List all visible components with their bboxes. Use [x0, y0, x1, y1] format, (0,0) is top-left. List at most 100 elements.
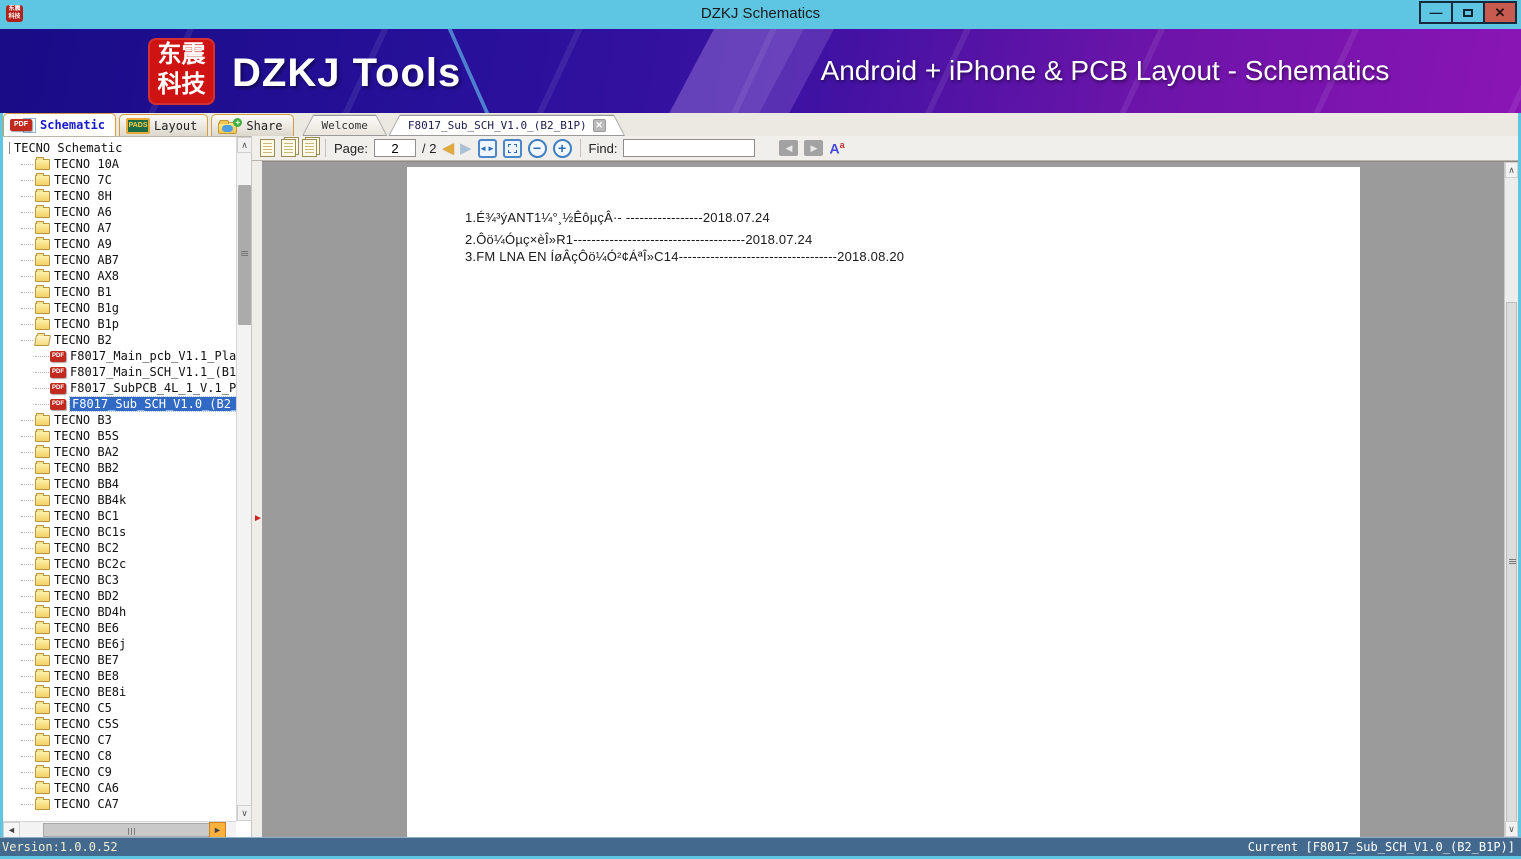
tree-item-folder[interactable]: TECNO 7C — [3, 172, 236, 188]
tree-item-label: TECNO A7 — [54, 221, 112, 235]
zoom-in-button[interactable]: + — [552, 138, 572, 158]
tree-item-folder[interactable]: TECNO BE6 — [3, 620, 236, 636]
single-page-view-icon[interactable] — [260, 139, 275, 157]
tree-item-label: TECNO 8H — [54, 189, 112, 203]
tree-item-folder[interactable]: TECNO C9 — [3, 764, 236, 780]
tree-item-folder[interactable]: TECNO B2 — [3, 332, 236, 348]
tree-item-folder[interactable]: TECNO BE7 — [3, 652, 236, 668]
tab-schematic-label: Schematic — [40, 118, 106, 132]
tree-item-folder[interactable]: TECNO C7 — [3, 732, 236, 748]
facing-pages-view-icon[interactable] — [302, 139, 317, 157]
tree-guide — [21, 483, 33, 485]
tree-item-folder[interactable]: TECNO BC3 — [3, 572, 236, 588]
brand-title: DZKJ Tools — [232, 51, 462, 95]
sidebar-horizontal-scrollbar[interactable]: ◄ ► — [3, 821, 236, 838]
tree-item-folder[interactable]: TECNO BD4h — [3, 604, 236, 620]
scroll-right-icon[interactable]: ► — [209, 822, 226, 838]
tree-item-folder[interactable]: TECNO BC2c — [3, 556, 236, 572]
sidebar-vertical-scrollbar[interactable]: ∧ ∨ — [236, 137, 252, 821]
viewer-scroll-thumb[interactable] — [1506, 302, 1517, 822]
tree-guide — [21, 803, 33, 805]
maximize-button[interactable] — [1451, 1, 1485, 24]
tree-item-folder[interactable]: TECNO BB2 — [3, 460, 236, 476]
prev-page-button[interactable]: ◀ — [442, 141, 454, 156]
continuous-view-icon[interactable] — [281, 139, 296, 157]
tab-layout[interactable]: PADS Layout — [119, 114, 209, 136]
sidebar-scroll-thumb[interactable] — [238, 185, 251, 325]
tree-item-folder[interactable]: TECNO B1p — [3, 316, 236, 332]
tree-guide — [21, 451, 33, 453]
match-case-button[interactable]: Aa — [829, 140, 844, 157]
page-input[interactable] — [373, 139, 416, 157]
tree-guide — [21, 771, 33, 773]
tree-item-folder[interactable]: TECNO BE8i — [3, 684, 236, 700]
tree-item-folder[interactable]: TECNO BB4k — [3, 492, 236, 508]
tree-item-label: TECNO AX8 — [54, 269, 120, 283]
zoom-out-button[interactable]: − — [527, 138, 547, 158]
header-subtitle: Android + iPhone & PCB Layout - Schemati… — [820, 55, 1390, 86]
tree-item-label: TECNO B1g — [54, 301, 120, 315]
version-label: Version:1.0.0.52 — [2, 840, 118, 854]
folder-icon — [35, 540, 50, 554]
find-input[interactable] — [623, 139, 756, 157]
viewer-scroll-up-icon[interactable]: ∧ — [1505, 162, 1518, 178]
tree-item-pdf[interactable]: PDFF8017_Sub_SCH_V1.0_(B2_B1P) — [3, 396, 236, 412]
tab-share[interactable]: + Share — [211, 114, 294, 136]
tree-item-folder[interactable]: TECNO AX8 — [3, 268, 236, 284]
viewer-scroll-grip — [1509, 559, 1516, 560]
tree-guide — [21, 739, 33, 741]
tree-item-folder[interactable]: TECNO C5 — [3, 700, 236, 716]
tab-schematic[interactable]: PDF Schematic — [3, 113, 117, 136]
scroll-left-icon[interactable]: ◄ — [3, 822, 20, 838]
tree-item-folder[interactable]: TECNO B3 — [3, 412, 236, 428]
minimize-button[interactable]: — — [1419, 1, 1453, 24]
find-next-button[interactable]: ▶ — [804, 140, 824, 156]
tree-item-folder[interactable]: TECNO A6 — [3, 204, 236, 220]
tree-item-folder[interactable]: TECNO C5S — [3, 716, 236, 732]
tree-root[interactable]: TECNO Schematic — [3, 140, 236, 156]
tree-item-folder[interactable]: TECNO AB7 — [3, 252, 236, 268]
close-button[interactable]: ✕ — [1483, 1, 1517, 24]
next-page-button[interactable]: ▶ — [460, 141, 472, 156]
tree-item-folder[interactable]: TECNO BC2 — [3, 540, 236, 556]
tree-item-folder[interactable]: TECNO 10A — [3, 156, 236, 172]
tree-item-folder[interactable]: TECNO CA6 — [3, 780, 236, 796]
pdf-tab-icon: PDF — [10, 117, 36, 134]
close-tab-icon[interactable]: ✕ — [593, 119, 606, 132]
tree-item-folder[interactable]: TECNO BA2 — [3, 444, 236, 460]
tree-item-folder[interactable]: TECNO A7 — [3, 220, 236, 236]
fit-page-button[interactable] — [502, 138, 522, 158]
tree-item-folder[interactable]: TECNO BC1s — [3, 524, 236, 540]
tree-item-folder[interactable]: TECNO BC1 — [3, 508, 236, 524]
tree-item-folder[interactable]: TECNO CA7 — [3, 796, 236, 812]
tree-item-folder[interactable]: TECNO B1 — [3, 284, 236, 300]
scroll-down-icon[interactable]: ∨ — [237, 805, 252, 821]
folder-icon — [35, 524, 50, 538]
tree-item-label: TECNO 10A — [54, 157, 120, 171]
sidebar-hscroll-thumb[interactable] — [43, 823, 218, 837]
tree-item-folder[interactable]: TECNO 8H — [3, 188, 236, 204]
tree-item-pdf[interactable]: PDF F8017_Main_SCH_V1.1_(B1P_C1) — [3, 364, 236, 380]
tree-item-label: TECNO B3 — [54, 413, 112, 427]
tree-item-label: TECNO C9 — [54, 765, 112, 779]
find-previous-button[interactable]: ◀ — [779, 140, 799, 156]
tree-item-folder[interactable]: TECNO B5S — [3, 428, 236, 444]
doc-tab-current[interactable]: F8017_Sub_SCH_V1.0_(B2_B1P) ✕ — [389, 115, 625, 136]
tree-item-folder[interactable]: TECNO BE8 — [3, 668, 236, 684]
doc-tab-welcome[interactable]: Welcome — [303, 115, 387, 136]
viewer-vertical-scrollbar[interactable]: ∧ ∨ — [1504, 162, 1518, 837]
tree-item-folder[interactable]: TECNO BB4 — [3, 476, 236, 492]
pane-splitter[interactable]: ► — [252, 161, 263, 837]
tree-item-folder[interactable]: TECNO BE6j — [3, 636, 236, 652]
tree-item-folder[interactable]: TECNO BD2 — [3, 588, 236, 604]
scroll-up-icon[interactable]: ∧ — [237, 137, 252, 153]
viewer-scroll-down-icon[interactable]: ∨ — [1505, 821, 1518, 837]
tree-item-folder[interactable]: TECNO A9 — [3, 236, 236, 252]
pdf-icon: PDF — [50, 398, 66, 410]
tree-item-pdf[interactable]: PDF F8017_Main_pcb_V1.1_Placement — [3, 348, 236, 364]
tree-item-folder[interactable]: TECNO C8 — [3, 748, 236, 764]
tree-item-folder[interactable]: TECNO B1g — [3, 300, 236, 316]
fit-width-button[interactable]: ◄► — [477, 138, 497, 158]
tree-guide — [21, 323, 33, 325]
tree-item-pdf[interactable]: PDF F8017_SubPCB_4L_1_V.1_Placement — [3, 380, 236, 396]
